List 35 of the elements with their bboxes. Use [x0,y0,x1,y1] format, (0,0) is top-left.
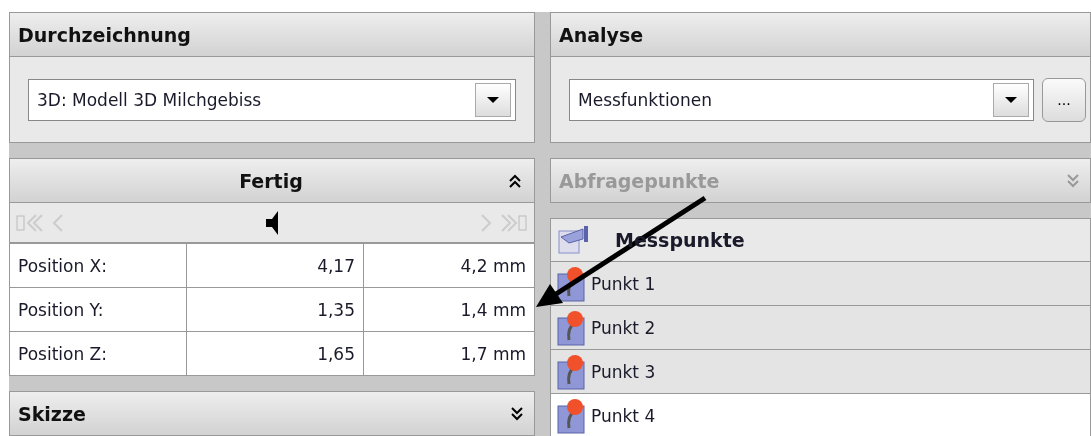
table-cell: 4,2 mm [363,243,535,288]
table-cell: 1,4 mm [363,287,535,332]
section-header[interactable]: Skizze [9,391,535,436]
list-item[interactable]: Punkt 4 [550,394,1091,436]
caret-icon [486,95,500,104]
pin-icon [555,353,585,390]
table-cell: Position X: [9,243,187,288]
dropdown-button[interactable] [475,82,511,117]
table-cell: 1,7 mm [363,331,535,376]
table-cell: 1,35 [186,287,364,332]
panel-header: Durchzeichnung [9,12,535,57]
table-cell: 4,17 [186,243,364,288]
section-title: Skizze [18,402,86,425]
previous-icon[interactable] [50,212,66,233]
function-dropdown[interactable]: Messfunktionen [569,78,1034,121]
expand-icon[interactable] [510,405,524,422]
pin-icon [555,309,585,346]
section-title: Fertig [239,169,303,192]
pin-icon [555,397,585,434]
next-icon[interactable] [478,212,494,233]
collapse-icon[interactable] [508,172,522,189]
section-header[interactable]: Fertig [9,158,535,203]
section-title: Abfragepunkte [559,169,720,192]
list-item[interactable]: Punkt 2 [550,306,1091,350]
caret-icon [1004,95,1018,104]
more-button[interactable]: ... [1042,77,1086,122]
model-dropdown[interactable]: 3D: Modell 3D Milchgebiss [28,78,516,121]
table-cell: 1,65 [186,331,364,376]
list-item[interactable]: Punkt 1 [550,262,1091,306]
pointer-icon [557,225,591,255]
dropdown-button[interactable] [993,82,1029,117]
panel-header: Analyse [550,12,1091,57]
table-cell: Position Y: [9,287,187,332]
list-item[interactable]: Punkt 3 [550,350,1091,394]
table-cell: Position Z: [9,331,187,376]
